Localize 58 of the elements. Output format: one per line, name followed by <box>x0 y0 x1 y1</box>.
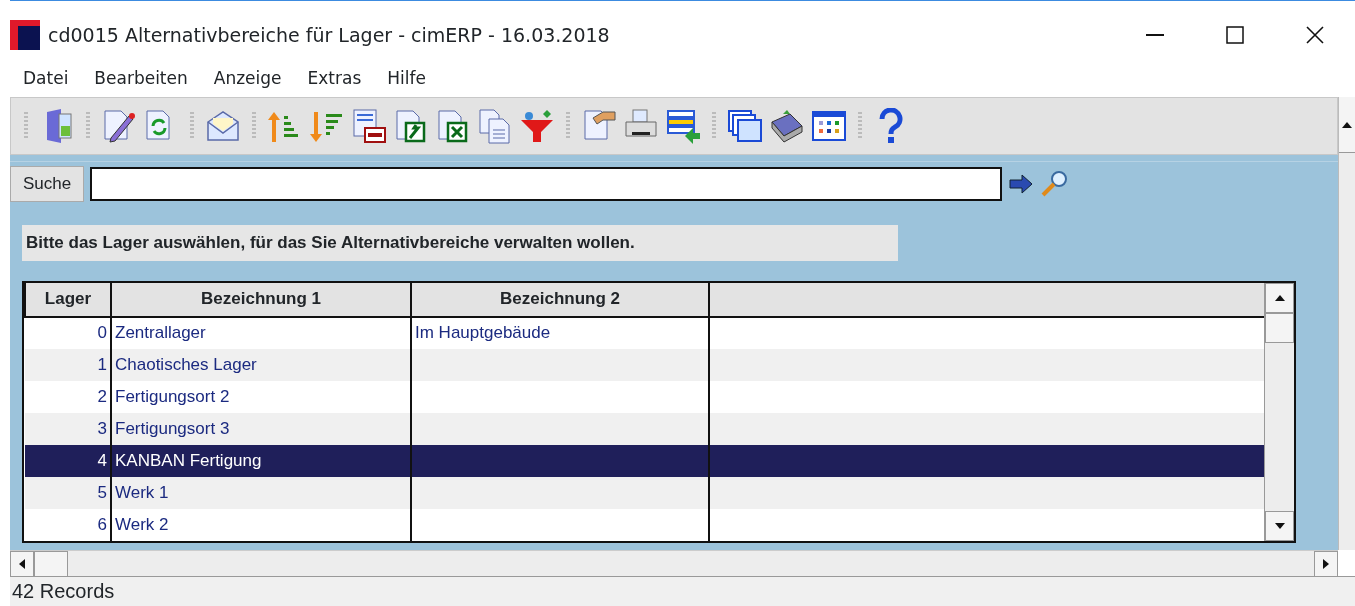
minimize-icon <box>1146 34 1164 36</box>
table-cell: Werk 1 <box>115 482 169 502</box>
right-arrow-icon <box>1322 558 1330 570</box>
scroll-down-button[interactable] <box>1265 510 1294 541</box>
menu-item[interactable]: Bearbeiten <box>81 66 201 92</box>
maximize-icon <box>1226 26 1244 44</box>
table-cell: 6 <box>97 514 107 534</box>
column-header[interactable]: Lager <box>25 282 111 317</box>
column-header[interactable]: Bezeichnung 2 <box>411 282 709 317</box>
table-row[interactable]: 1 Chaotisches Lager <box>25 348 1264 381</box>
search-field[interactable] <box>90 166 1003 201</box>
grid-view-icon[interactable] <box>811 108 847 144</box>
menu-item[interactable]: Hilfe <box>374 66 439 92</box>
close-icon <box>1306 26 1324 44</box>
funnel-filter-icon[interactable] <box>519 108 555 144</box>
scroll-up-button[interactable] <box>1339 97 1355 153</box>
scroll-thumb[interactable] <box>1265 312 1294 343</box>
scroll-right-button[interactable] <box>1314 551 1338 577</box>
up-arrow-icon <box>1273 293 1286 302</box>
window-title: cd0015 Alternativbereiche für Lager - cimERP - 16.03.2018 <box>48 22 610 48</box>
left-arrow-icon <box>18 558 26 570</box>
scroll-left-button[interactable] <box>10 551 34 577</box>
table-cell: 4 <box>97 450 107 470</box>
table-cell: Werk 2 <box>115 514 169 534</box>
menu-item[interactable]: Anzeige <box>200 66 295 92</box>
numbered-list-icon[interactable] <box>351 108 387 144</box>
table-cell: 1 <box>97 354 107 374</box>
app-icon <box>10 20 40 50</box>
envelope-icon[interactable] <box>205 108 241 144</box>
menu-item[interactable]: Datei <box>10 66 82 92</box>
table-cell: Chaotisches Lager <box>115 354 257 374</box>
table-cell: 3 <box>97 418 107 438</box>
arrow-right-icon[interactable] <box>1008 171 1035 196</box>
search-label: Suche <box>10 165 85 202</box>
book-icon[interactable] <box>769 108 805 144</box>
table-cell: Im Hauptgebäude <box>415 323 551 343</box>
down-arrow-icon <box>1273 521 1286 530</box>
table-cell: 5 <box>97 482 107 502</box>
table-cell: Fertigungsort 3 <box>115 418 230 438</box>
table-row[interactable]: 6 Werk 2 <box>25 508 1264 541</box>
list-import-icon[interactable] <box>665 108 701 144</box>
scroll-thumb[interactable] <box>34 551 68 577</box>
column-header[interactable]: Bezeichnung 1 <box>111 282 411 317</box>
pencil-edit-icon[interactable] <box>101 108 137 144</box>
table-cell: 2 <box>97 386 107 406</box>
scroll-up-button[interactable] <box>1265 282 1294 313</box>
table-row[interactable]: 5 Werk 1 <box>25 476 1264 509</box>
table-cell: Zentrallager <box>115 323 206 343</box>
status-text: 42 Records <box>12 579 115 604</box>
table-row[interactable]: 3 Fertigungsort 3 <box>25 412 1264 445</box>
table-cell: KANBAN Fertigung <box>115 450 262 470</box>
instruction-text: Bitte das Lager auswählen, für das Sie Alternativbereiche verwalten wollen. <box>22 225 898 261</box>
table-row[interactable]: 4 KANBAN Fertigung <box>25 444 1264 477</box>
table-cell: 0 <box>97 323 107 343</box>
windows-icon[interactable] <box>727 108 763 144</box>
table-cell: Fertigungsort 2 <box>115 386 230 406</box>
up-arrow-icon <box>1341 120 1353 129</box>
menu-item[interactable]: Extras <box>294 66 375 92</box>
